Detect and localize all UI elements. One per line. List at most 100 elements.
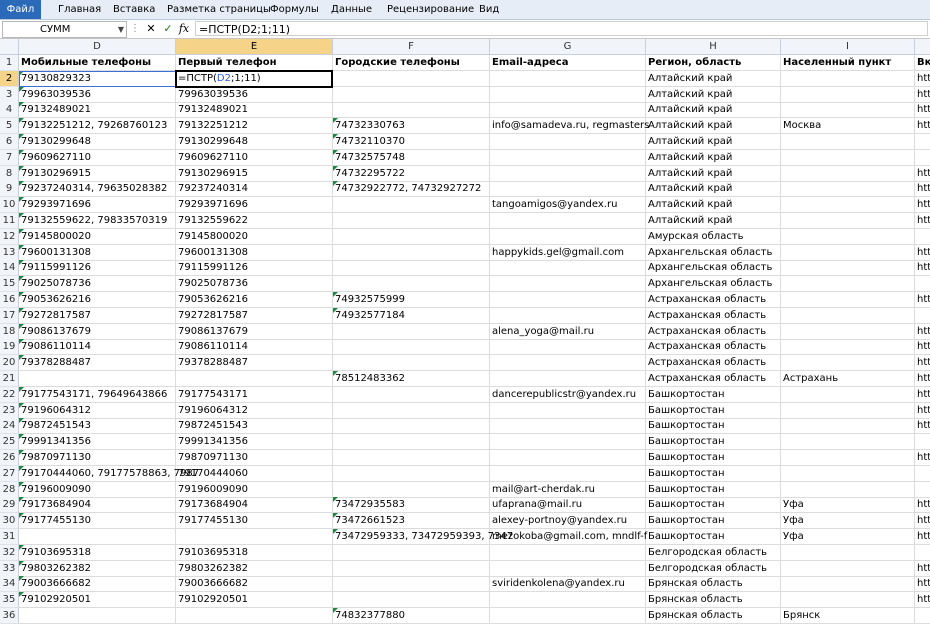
chevron-down-icon[interactable]: ▼ (118, 22, 124, 37)
cell-j11[interactable]: htt (915, 213, 930, 229)
splitter-icon[interactable]: ⋮ (130, 22, 140, 36)
cell-h35[interactable]: Брянская область (646, 592, 781, 608)
cell-g25[interactable] (490, 434, 646, 450)
cell-j2[interactable]: htt (915, 71, 930, 87)
cell-h10[interactable]: Алтайский край (646, 197, 781, 213)
cell-i25[interactable] (781, 434, 915, 450)
cell-h26[interactable]: Башкортостан (646, 450, 781, 466)
cell-h25[interactable]: Башкортостан (646, 434, 781, 450)
cell-j36[interactable] (915, 608, 930, 624)
cell-d21[interactable] (19, 371, 176, 387)
cell-j6[interactable] (915, 134, 930, 150)
cell-d22[interactable]: 79177543171, 79649643866 (19, 387, 176, 403)
cell-g32[interactable] (490, 545, 646, 561)
cell-d3[interactable]: 79963039536 (19, 87, 176, 103)
cell-h23[interactable]: Башкортостан (646, 403, 781, 419)
row-header[interactable]: 7 (0, 150, 19, 166)
cell-d32[interactable]: 79103695318 (19, 545, 176, 561)
cell-g15[interactable] (490, 276, 646, 292)
cell-i22[interactable] (781, 387, 915, 403)
cell-e15[interactable]: 79025078736 (176, 276, 333, 292)
cell-e19[interactable]: 79086110114 (176, 339, 333, 355)
cell-f18[interactable] (333, 324, 490, 340)
cell-h18[interactable]: Астраханская область (646, 324, 781, 340)
cell-i5[interactable]: Москва (781, 118, 915, 134)
cell-e17[interactable]: 79272817587 (176, 308, 333, 324)
cell-e4[interactable]: 79132489021 (176, 102, 333, 118)
row-header[interactable]: 24 (0, 418, 19, 434)
row-header[interactable]: 28 (0, 482, 19, 498)
ribbon-tab[interactable]: Главная (58, 0, 101, 19)
cell-g9[interactable] (490, 181, 646, 197)
cell-d23[interactable]: 79196064312 (19, 403, 176, 419)
cell-h17[interactable]: Астраханская область (646, 308, 781, 324)
ribbon-tab[interactable]: Рецензирование (387, 0, 474, 19)
row-header[interactable]: 5 (0, 118, 19, 134)
check-icon[interactable]: ✓ (160, 21, 176, 37)
cell-d33[interactable]: 79803262382 (19, 561, 176, 577)
cell-g11[interactable] (490, 213, 646, 229)
row-header[interactable]: 31 (0, 529, 19, 545)
cell-h9[interactable]: Алтайский край (646, 181, 781, 197)
cell-i23[interactable] (781, 403, 915, 419)
cell-i13[interactable] (781, 245, 915, 261)
cell-f13[interactable] (333, 245, 490, 261)
cell-h19[interactable]: Астраханская область (646, 339, 781, 355)
cell-d35[interactable]: 79102920501 (19, 592, 176, 608)
cell-f19[interactable] (333, 339, 490, 355)
select-all-corner[interactable] (0, 39, 19, 55)
cell-d36[interactable] (19, 608, 176, 624)
cell-g3[interactable] (490, 87, 646, 103)
cell-d18[interactable]: 79086137679 (19, 324, 176, 340)
cell-i11[interactable] (781, 213, 915, 229)
cell-j21[interactable]: htt (915, 371, 930, 387)
column-header-j[interactable]: J (915, 39, 930, 55)
cell-d34[interactable]: 79003666682 (19, 576, 176, 592)
cell-h34[interactable]: Брянская область (646, 576, 781, 592)
cell-d24[interactable]: 79872451543 (19, 418, 176, 434)
cell-d30[interactable]: 79177455130 (19, 513, 176, 529)
cell-j13[interactable]: htt (915, 245, 930, 261)
cell-e10[interactable]: 79293971696 (176, 197, 333, 213)
cell-i20[interactable] (781, 355, 915, 371)
cell-j35[interactable]: htt (915, 592, 930, 608)
row-header[interactable]: 16 (0, 292, 19, 308)
cell-i18[interactable] (781, 324, 915, 340)
cell-f21[interactable]: 78512483362 (333, 371, 490, 387)
row-header[interactable]: 36 (0, 608, 19, 624)
cell-f9[interactable]: 74732922772, 74732927272 (333, 181, 490, 197)
cell-g2[interactable] (490, 71, 646, 87)
cell-d28[interactable]: 79196009090 (19, 482, 176, 498)
cell-e35[interactable]: 79102920501 (176, 592, 333, 608)
cell-d12[interactable]: 79145800020 (19, 229, 176, 245)
cell-h3[interactable]: Алтайский край (646, 87, 781, 103)
cell-g4[interactable] (490, 102, 646, 118)
cell-i32[interactable] (781, 545, 915, 561)
row-header[interactable]: 1 (0, 55, 19, 71)
cell-j9[interactable]: htt (915, 181, 930, 197)
cell-f31[interactable]: 73472959333, 73472959393, 7347 (333, 529, 513, 545)
cell-f12[interactable] (333, 229, 490, 245)
row-header[interactable]: 21 (0, 371, 19, 387)
cell-f10[interactable] (333, 197, 490, 213)
cell-f15[interactable] (333, 276, 490, 292)
cell-h11[interactable]: Алтайский край (646, 213, 781, 229)
cell-f2[interactable] (333, 71, 490, 87)
formula-input[interactable]: =ПСТР(D2;1;11) (195, 21, 928, 36)
cell-d8[interactable]: 79130296915 (19, 166, 176, 182)
cell-h31[interactable]: Башкортостан (646, 529, 781, 545)
cell-h5[interactable]: Алтайский край (646, 118, 781, 134)
row-header[interactable]: 35 (0, 592, 19, 608)
cell-h20[interactable]: Астраханская область (646, 355, 781, 371)
column-title-j[interactable]: Вк (915, 55, 930, 71)
cell-d2[interactable]: 79130829323 (19, 71, 176, 87)
cell-i7[interactable] (781, 150, 915, 166)
row-header[interactable]: 9 (0, 181, 19, 197)
cell-f28[interactable] (333, 482, 490, 498)
cell-g24[interactable] (490, 418, 646, 434)
cell-i26[interactable] (781, 450, 915, 466)
row-header[interactable]: 22 (0, 387, 19, 403)
cell-d29[interactable]: 79173684904 (19, 497, 176, 513)
row-header[interactable]: 10 (0, 197, 19, 213)
cell-h16[interactable]: Астраханская область (646, 292, 781, 308)
